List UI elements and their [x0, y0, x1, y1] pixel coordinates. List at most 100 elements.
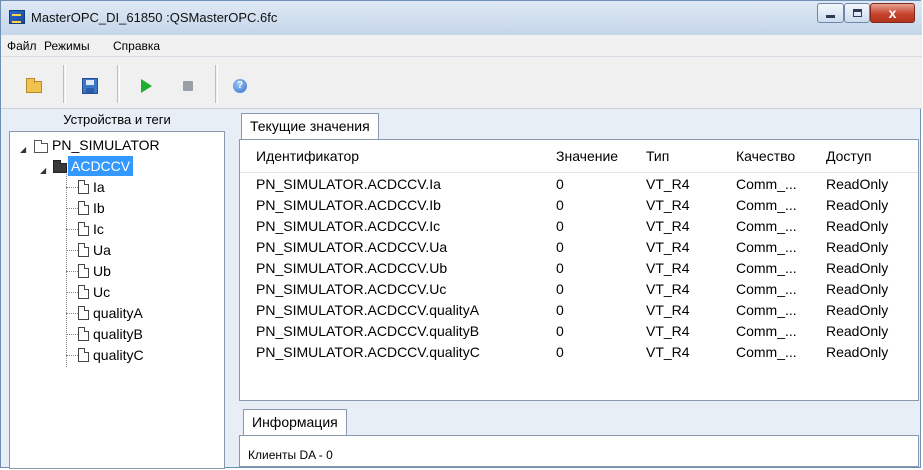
header-divider [240, 172, 918, 173]
tree-node-tag[interactable]: Uc [93, 282, 110, 302]
save-button[interactable] [79, 75, 101, 97]
tree-connector [66, 334, 78, 335]
tree-connector [66, 313, 78, 314]
minimize-icon [826, 15, 835, 18]
devices-panel: Устройства и теги ◢ PN_SIMULATOR ◢ ACDCC… [9, 109, 225, 469]
folder-icon [34, 140, 48, 153]
cell-type: VT_R4 [646, 260, 690, 276]
column-header-value[interactable]: Значение [556, 148, 618, 164]
play-icon [141, 79, 152, 93]
column-header-identifier[interactable]: Идентификатор [256, 148, 359, 164]
tag-icon [78, 180, 89, 194]
open-folder-icon [26, 78, 42, 93]
column-header-access[interactable]: Доступ [826, 148, 872, 164]
tree-node-device[interactable]: ACDCCV [68, 156, 134, 176]
open-button[interactable] [23, 75, 45, 97]
cell-access: ReadOnly [826, 344, 889, 360]
clients-status: Клиенты DA - 0 [248, 448, 333, 462]
help-icon: ? [233, 79, 247, 93]
expand-arrow-icon[interactable]: ◢ [20, 145, 26, 154]
tree-node-tag[interactable]: Ia [93, 177, 105, 197]
cell-access: ReadOnly [826, 176, 889, 192]
cell-type: VT_R4 [646, 176, 690, 192]
cell-value: 0 [556, 197, 564, 213]
cell-type: VT_R4 [646, 323, 690, 339]
minimize-button[interactable] [817, 3, 844, 23]
cell-value: 0 [556, 281, 564, 297]
app-window: MasterOPC_DI_61850 :QSMasterOPC.6fc x Фа… [0, 0, 922, 469]
cell-access: ReadOnly [826, 302, 889, 318]
tag-icon [78, 348, 89, 362]
device-tree: ◢ PN_SIMULATOR ◢ ACDCCV Ia Ib Ic Ua Ub U… [9, 131, 225, 469]
stop-icon [183, 81, 193, 91]
toolbar-separator [117, 65, 120, 103]
tree-connector [66, 229, 78, 230]
tree-connector [66, 187, 78, 188]
tag-icon [78, 285, 89, 299]
cell-identifier: PN_SIMULATOR.ACDCCV.Ub [256, 260, 448, 276]
cell-quality: Comm_... [736, 239, 797, 255]
menu-bar: Файл Режимы Справка [1, 35, 922, 57]
values-table: Идентификатор Значение Тип Качество Дост… [239, 139, 919, 401]
toolbar: ? [1, 57, 922, 109]
tree-node-tag[interactable]: qualityC [93, 345, 144, 365]
tree-node-tag[interactable]: Ua [93, 240, 111, 260]
tag-icon [78, 222, 89, 236]
cell-value: 0 [556, 323, 564, 339]
tree-connector [66, 271, 78, 272]
cell-value: 0 [556, 260, 564, 276]
close-icon: x [888, 5, 897, 21]
expand-arrow-icon[interactable]: ◢ [40, 166, 46, 175]
cell-access: ReadOnly [826, 218, 889, 234]
menu-modes[interactable]: Режимы [44, 39, 90, 53]
tree-connector [66, 292, 78, 293]
cell-identifier: PN_SIMULATOR.ACDCCV.qualityC [256, 344, 480, 360]
tree-node-tag[interactable]: qualityB [93, 324, 143, 344]
tree-connector [66, 250, 78, 251]
cell-value: 0 [556, 302, 564, 318]
cell-quality: Comm_... [736, 344, 797, 360]
cell-identifier: PN_SIMULATOR.ACDCCV.Ib [256, 197, 441, 213]
values-panel: Текущие значения Идентификатор Значение … [233, 109, 919, 469]
cell-type: VT_R4 [646, 281, 690, 297]
cell-identifier: PN_SIMULATOR.ACDCCV.Ic [256, 218, 441, 234]
tab-information[interactable]: Информация [243, 409, 347, 435]
cell-type: VT_R4 [646, 302, 690, 318]
column-header-quality[interactable]: Качество [736, 148, 795, 164]
maximize-button[interactable] [844, 3, 870, 23]
title-bar[interactable]: MasterOPC_DI_61850 :QSMasterOPC.6fc x [1, 1, 922, 35]
tag-icon [78, 264, 89, 278]
save-icon [82, 78, 98, 94]
cell-identifier: PN_SIMULATOR.ACDCCV.qualityA [256, 302, 480, 318]
close-button[interactable]: x [870, 3, 915, 23]
start-button[interactable] [135, 75, 157, 97]
menu-file[interactable]: Файл [7, 39, 37, 53]
cell-access: ReadOnly [826, 260, 889, 276]
column-header-type[interactable]: Тип [646, 148, 669, 164]
app-logo-icon [9, 10, 25, 24]
cell-value: 0 [556, 218, 564, 234]
cell-identifier: PN_SIMULATOR.ACDCCV.Ia [256, 176, 441, 192]
stop-button[interactable] [177, 75, 199, 97]
cell-access: ReadOnly [826, 323, 889, 339]
tree-node-tag[interactable]: Ic [93, 219, 104, 239]
cell-quality: Comm_... [736, 281, 797, 297]
cell-quality: Comm_... [736, 323, 797, 339]
tag-icon [78, 201, 89, 215]
cell-quality: Comm_... [736, 260, 797, 276]
tree-node-tag[interactable]: Ub [93, 261, 111, 281]
tree-node-tag[interactable]: Ib [93, 198, 105, 218]
cell-type: VT_R4 [646, 239, 690, 255]
help-button[interactable]: ? [229, 75, 251, 97]
menu-help[interactable]: Справка [113, 39, 160, 53]
cell-quality: Comm_... [736, 176, 797, 192]
tab-current-values[interactable]: Текущие значения [241, 113, 379, 139]
cell-quality: Comm_... [736, 197, 797, 213]
cell-value: 0 [556, 239, 564, 255]
tree-node-root[interactable]: PN_SIMULATOR [52, 135, 160, 155]
cell-type: VT_R4 [646, 218, 690, 234]
maximize-icon [853, 9, 862, 17]
tree-node-tag[interactable]: qualityA [93, 303, 143, 323]
cell-value: 0 [556, 344, 564, 360]
cell-quality: Comm_... [736, 302, 797, 318]
